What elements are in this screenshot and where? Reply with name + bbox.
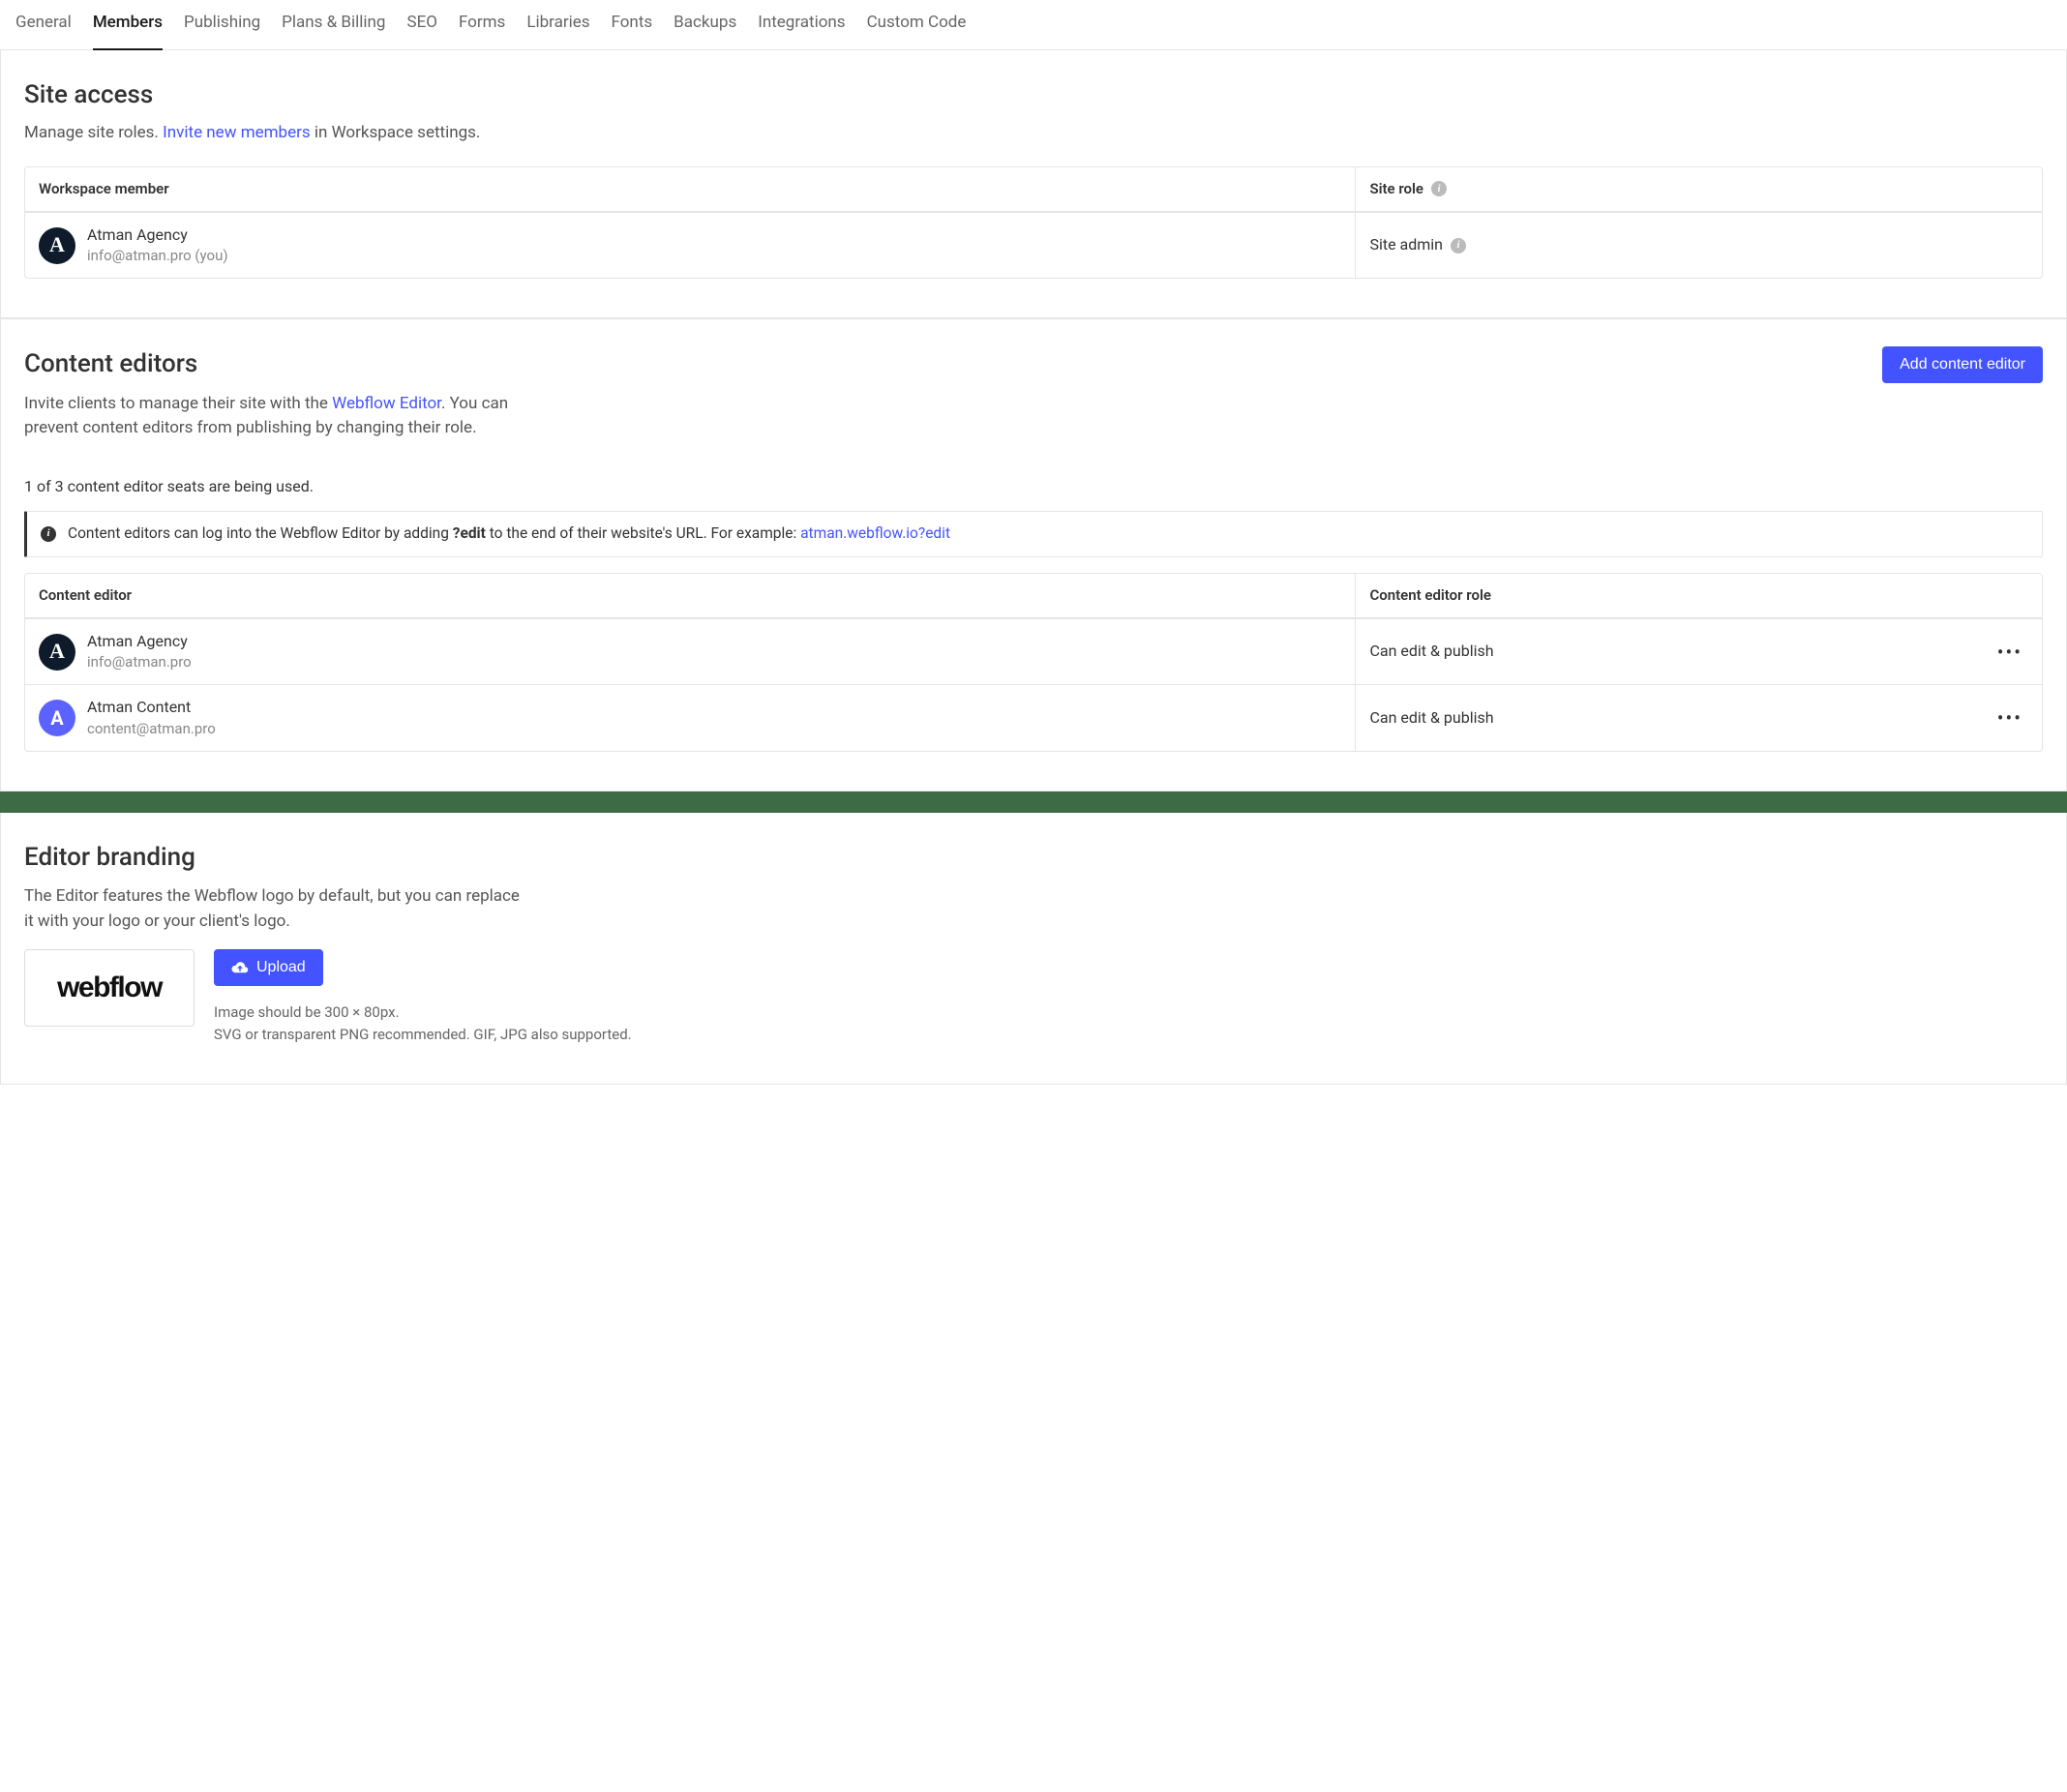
logo-preview: webflow <box>24 949 195 1027</box>
editor-cell: A Atman Agency info@atman.pro <box>25 619 1356 684</box>
editor-role-value: Can edit & publish <box>1369 641 1493 662</box>
header-content-editor: Content editor <box>25 574 1356 617</box>
tab-fonts[interactable]: Fonts <box>612 12 653 49</box>
avatar: A <box>39 700 75 736</box>
webflow-logo: webflow <box>57 968 162 1008</box>
webflow-editor-link[interactable]: Webflow Editor <box>332 394 441 413</box>
site-access-title: Site access <box>24 77 2043 112</box>
tab-members[interactable]: Members <box>93 12 163 50</box>
tab-seo[interactable]: SEO <box>406 12 436 49</box>
seats-note: 1 of 3 content editor seats are being us… <box>24 476 2043 497</box>
site-role-cell: Site admin i <box>1356 213 2042 278</box>
editor-name: Atman Content <box>87 697 216 718</box>
editor-email: content@atman.pro <box>87 719 216 739</box>
upload-button-label: Upload <box>256 959 306 976</box>
header-editor-role-label: Content editor role <box>1369 585 1490 606</box>
editor-name: Atman Agency <box>87 631 192 652</box>
tab-backups[interactable]: Backups <box>674 12 736 49</box>
editor-branding-title: Editor branding <box>24 840 2043 875</box>
info-icon[interactable]: i <box>1431 181 1447 196</box>
content-editors-title: Content editors <box>24 346 527 381</box>
hint-line-1: Image should be 300 × 80px. <box>214 1001 632 1024</box>
site-access-subtitle: Manage site roles. Invite new members in… <box>24 122 2043 145</box>
avatar: A <box>39 227 75 264</box>
editor-role-value: Can edit & publish <box>1369 707 1493 729</box>
ce-subtitle-pre: Invite clients to manage their site with… <box>24 394 332 413</box>
tab-integrations[interactable]: Integrations <box>758 12 845 49</box>
tab-general[interactable]: General <box>15 12 72 49</box>
table-header: Content editor Content editor role <box>25 574 2042 618</box>
member-email: info@atman.pro (you) <box>87 246 228 266</box>
avatar: A <box>39 634 75 671</box>
more-options-icon[interactable]: ••• <box>1992 639 2028 666</box>
member-cell: A Atman Agency info@atman.pro (you) <box>25 213 1356 278</box>
member-name: Atman Agency <box>87 224 228 246</box>
editor-role-cell: Can edit & publish ••• <box>1356 619 2042 684</box>
banner-mid: to the end of their website's URL. For e… <box>486 524 800 542</box>
banner-text: Content editors can log into the Webflow… <box>68 523 950 545</box>
info-icon[interactable]: i <box>1451 238 1466 254</box>
content-editors-subtitle: Invite clients to manage their site with… <box>24 392 527 441</box>
settings-tabs: General Members Publishing Plans & Billi… <box>0 0 2067 50</box>
tab-publishing[interactable]: Publishing <box>184 12 260 49</box>
site-access-subtitle-post: in Workspace settings. <box>311 123 481 142</box>
header-editor-role: Content editor role <box>1356 574 2042 617</box>
table-row: A Atman Content content@atman.pro Can ed… <box>25 684 2042 750</box>
site-access-table: Workspace member Site role i A Atman Age… <box>24 166 2043 279</box>
add-content-editor-button[interactable]: Add content editor <box>1882 346 2043 383</box>
divider-bar <box>0 791 2067 813</box>
tab-libraries[interactable]: Libraries <box>526 12 589 49</box>
tab-forms[interactable]: Forms <box>459 12 505 49</box>
editor-branding-subtitle: The Editor features the Webflow logo by … <box>24 884 527 934</box>
table-row: A Atman Agency info@atman.pro Can edit &… <box>25 618 2042 684</box>
site-role-value: Site admin <box>1369 234 1443 255</box>
upload-button[interactable]: Upload <box>214 949 323 986</box>
hint-line-2: SVG or transparent PNG recommended. GIF,… <box>214 1024 632 1046</box>
content-editors-panel: Content editors Invite clients to manage… <box>0 318 2067 791</box>
editor-cell: A Atman Content content@atman.pro <box>25 685 1356 750</box>
editor-branding-panel: Editor branding The Editor features the … <box>0 813 2067 1085</box>
cloud-upload-icon <box>231 961 249 974</box>
editor-login-banner: i Content editors can log into the Webfl… <box>24 511 2043 557</box>
upload-hints: Image should be 300 × 80px. SVG or trans… <box>214 1001 632 1045</box>
content-editors-table: Content editor Content editor role A Atm… <box>24 573 2043 752</box>
site-access-subtitle-pre: Manage site roles. <box>24 123 163 142</box>
info-icon: i <box>41 526 56 542</box>
banner-bold: ?edit <box>453 524 486 542</box>
more-options-icon[interactable]: ••• <box>1992 704 2028 732</box>
table-header: Workspace member Site role i <box>25 167 2042 212</box>
example-url-link[interactable]: atman.webflow.io?edit <box>800 524 950 542</box>
invite-members-link[interactable]: Invite new members <box>163 123 311 142</box>
site-access-panel: Site access Manage site roles. Invite ne… <box>0 50 2067 319</box>
banner-pre: Content editors can log into the Webflow… <box>68 524 453 542</box>
editor-role-cell: Can edit & publish ••• <box>1356 685 2042 750</box>
editor-email: info@atman.pro <box>87 652 192 672</box>
header-site-role: Site role i <box>1356 167 2042 211</box>
header-workspace-member: Workspace member <box>25 167 1356 211</box>
table-row: A Atman Agency info@atman.pro (you) Site… <box>25 212 2042 278</box>
tab-custom-code[interactable]: Custom Code <box>867 12 967 49</box>
tab-plans-billing[interactable]: Plans & Billing <box>282 12 385 49</box>
header-site-role-label: Site role <box>1369 179 1423 199</box>
